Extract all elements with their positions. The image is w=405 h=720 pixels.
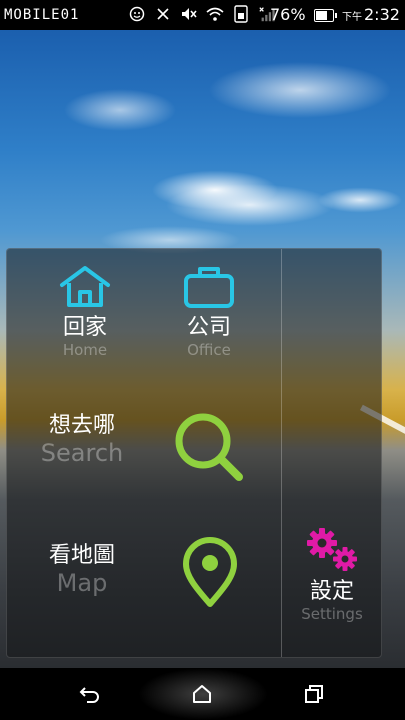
office-label: 公司 bbox=[186, 315, 231, 340]
map-label: 看地圖 bbox=[48, 543, 115, 568]
home-sublabel: Home bbox=[62, 341, 108, 359]
office-sublabel: Office bbox=[187, 341, 231, 359]
recent-apps-icon bbox=[305, 685, 323, 703]
search-shortcut[interactable]: 想去哪 Search bbox=[27, 413, 277, 493]
navigation-bar bbox=[0, 668, 405, 720]
back-button[interactable] bbox=[70, 676, 110, 712]
recent-apps-button[interactable] bbox=[294, 676, 334, 712]
search-sublabel: Search bbox=[40, 439, 124, 467]
smiley-icon bbox=[128, 4, 146, 24]
home-button[interactable] bbox=[182, 676, 222, 712]
clock-period: 下午 bbox=[342, 12, 362, 23]
map-shortcut[interactable]: 看地圖 Map bbox=[27, 537, 277, 619]
home-icon bbox=[60, 266, 110, 307]
home-shortcut[interactable]: 回家 Home bbox=[45, 265, 125, 359]
battery-percent: 76% bbox=[270, 5, 306, 24]
settings-shortcut[interactable]: 設定 Settings bbox=[287, 525, 377, 623]
clock: 下午 2:32 bbox=[342, 5, 400, 24]
brand-logo: MOBILE01 bbox=[4, 7, 80, 23]
clock-time: 2:32 bbox=[364, 5, 400, 24]
office-shortcut[interactable]: 公司 Office bbox=[169, 265, 249, 359]
location-pin-icon bbox=[183, 537, 237, 607]
nfc-icon bbox=[154, 4, 172, 24]
gears-icon bbox=[307, 528, 357, 571]
search-icon bbox=[175, 413, 243, 481]
status-bar: MOBILE01 76% 下午 2:32 bbox=[0, 0, 405, 30]
wifi-icon bbox=[206, 4, 224, 24]
briefcase-icon bbox=[184, 267, 234, 308]
settings-label: 設定 bbox=[309, 579, 354, 604]
sim-icon bbox=[232, 4, 250, 24]
back-icon bbox=[79, 687, 99, 703]
home-icon bbox=[193, 685, 211, 703]
battery-icon bbox=[314, 9, 337, 22]
map-sublabel: Map bbox=[56, 569, 108, 597]
panel-divider bbox=[281, 249, 282, 657]
home-label: 回家 bbox=[62, 315, 107, 340]
search-label: 想去哪 bbox=[48, 413, 115, 438]
settings-sublabel: Settings bbox=[301, 605, 363, 623]
quick-launch-panel: 回家 Home 公司 Office 想去哪 Search 看地圖 Map 設定 … bbox=[6, 248, 382, 658]
mute-icon bbox=[180, 4, 198, 24]
